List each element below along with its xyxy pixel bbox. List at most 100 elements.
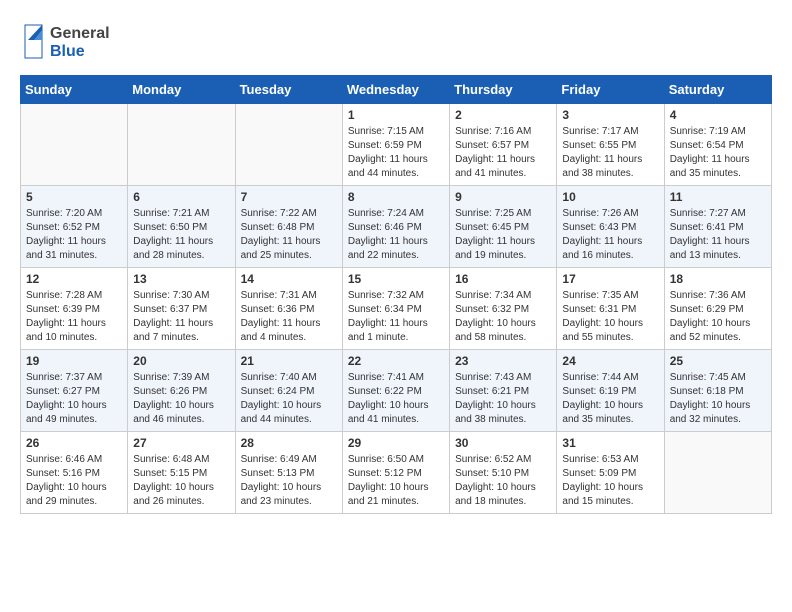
calendar-cell: 19 Sunrise: 7:37 AM Sunset: 6:27 PM Dayl… (21, 350, 128, 432)
calendar-cell (128, 104, 235, 186)
daylight-text: Daylight: 10 hours and 18 minutes. (455, 482, 536, 507)
sunset-text: Sunset: 6:43 PM (562, 222, 636, 233)
day-number: 3 (562, 108, 658, 122)
calendar-cell: 25 Sunrise: 7:45 AM Sunset: 6:18 PM Dayl… (664, 350, 771, 432)
sunrise-text: Sunrise: 6:52 AM (455, 454, 531, 465)
daylight-text: Daylight: 10 hours and 21 minutes. (348, 482, 429, 507)
day-number: 23 (455, 354, 551, 368)
calendar-cell: 6 Sunrise: 7:21 AM Sunset: 6:50 PM Dayli… (128, 186, 235, 268)
calendar-cell: 12 Sunrise: 7:28 AM Sunset: 6:39 PM Dayl… (21, 268, 128, 350)
generalblue-logo: General Blue (20, 20, 130, 65)
daylight-text: Daylight: 11 hours and 4 minutes. (241, 318, 321, 343)
calendar-cell (664, 432, 771, 514)
sunrise-text: Sunrise: 7:44 AM (562, 372, 638, 383)
day-number: 30 (455, 436, 551, 450)
weekday-header-row: SundayMondayTuesdayWednesdayThursdayFrid… (21, 76, 772, 104)
day-number: 24 (562, 354, 658, 368)
calendar-week-row: 12 Sunrise: 7:28 AM Sunset: 6:39 PM Dayl… (21, 268, 772, 350)
day-number: 26 (26, 436, 122, 450)
calendar-cell: 31 Sunrise: 6:53 AM Sunset: 5:09 PM Dayl… (557, 432, 664, 514)
day-number: 14 (241, 272, 337, 286)
day-number: 27 (133, 436, 229, 450)
calendar-cell: 29 Sunrise: 6:50 AM Sunset: 5:12 PM Dayl… (342, 432, 449, 514)
sunset-text: Sunset: 5:16 PM (26, 468, 100, 479)
sunrise-text: Sunrise: 7:17 AM (562, 126, 638, 137)
sunrise-text: Sunrise: 7:34 AM (455, 290, 531, 301)
day-number: 31 (562, 436, 658, 450)
day-number: 6 (133, 190, 229, 204)
weekday-header-tuesday: Tuesday (235, 76, 342, 104)
sunrise-text: Sunrise: 7:27 AM (670, 208, 746, 219)
sunset-text: Sunset: 6:27 PM (26, 386, 100, 397)
sunrise-text: Sunrise: 6:48 AM (133, 454, 209, 465)
daylight-text: Daylight: 10 hours and 38 minutes. (455, 400, 536, 425)
cell-content: Sunrise: 6:53 AM Sunset: 5:09 PM Dayligh… (562, 453, 658, 509)
day-number: 9 (455, 190, 551, 204)
sunset-text: Sunset: 6:32 PM (455, 304, 529, 315)
calendar-cell: 20 Sunrise: 7:39 AM Sunset: 6:26 PM Dayl… (128, 350, 235, 432)
calendar-table: SundayMondayTuesdayWednesdayThursdayFrid… (20, 75, 772, 514)
daylight-text: Daylight: 11 hours and 25 minutes. (241, 236, 321, 261)
daylight-text: Daylight: 11 hours and 16 minutes. (562, 236, 642, 261)
daylight-text: Daylight: 11 hours and 7 minutes. (133, 318, 213, 343)
weekday-header-sunday: Sunday (21, 76, 128, 104)
sunrise-text: Sunrise: 7:32 AM (348, 290, 424, 301)
cell-content: Sunrise: 7:35 AM Sunset: 6:31 PM Dayligh… (562, 289, 658, 345)
sunrise-text: Sunrise: 6:53 AM (562, 454, 638, 465)
sunset-text: Sunset: 6:45 PM (455, 222, 529, 233)
sunset-text: Sunset: 6:31 PM (562, 304, 636, 315)
sunrise-text: Sunrise: 7:41 AM (348, 372, 424, 383)
daylight-text: Daylight: 11 hours and 38 minutes. (562, 154, 642, 179)
calendar-cell: 16 Sunrise: 7:34 AM Sunset: 6:32 PM Dayl… (450, 268, 557, 350)
day-number: 13 (133, 272, 229, 286)
cell-content: Sunrise: 7:21 AM Sunset: 6:50 PM Dayligh… (133, 207, 229, 263)
day-number: 25 (670, 354, 766, 368)
daylight-text: Daylight: 11 hours and 41 minutes. (455, 154, 535, 179)
calendar-cell: 9 Sunrise: 7:25 AM Sunset: 6:45 PM Dayli… (450, 186, 557, 268)
sunset-text: Sunset: 6:26 PM (133, 386, 207, 397)
sunset-text: Sunset: 6:36 PM (241, 304, 315, 315)
daylight-text: Daylight: 10 hours and 49 minutes. (26, 400, 107, 425)
calendar-cell: 13 Sunrise: 7:30 AM Sunset: 6:37 PM Dayl… (128, 268, 235, 350)
daylight-text: Daylight: 10 hours and 23 minutes. (241, 482, 322, 507)
daylight-text: Daylight: 10 hours and 46 minutes. (133, 400, 214, 425)
cell-content: Sunrise: 7:36 AM Sunset: 6:29 PM Dayligh… (670, 289, 766, 345)
daylight-text: Daylight: 10 hours and 32 minutes. (670, 400, 751, 425)
day-number: 2 (455, 108, 551, 122)
day-number: 1 (348, 108, 444, 122)
cell-content: Sunrise: 7:37 AM Sunset: 6:27 PM Dayligh… (26, 371, 122, 427)
cell-content: Sunrise: 7:20 AM Sunset: 6:52 PM Dayligh… (26, 207, 122, 263)
calendar-cell: 24 Sunrise: 7:44 AM Sunset: 6:19 PM Dayl… (557, 350, 664, 432)
sunrise-text: Sunrise: 7:21 AM (133, 208, 209, 219)
sunrise-text: Sunrise: 7:19 AM (670, 126, 746, 137)
sunset-text: Sunset: 5:10 PM (455, 468, 529, 479)
weekday-header-wednesday: Wednesday (342, 76, 449, 104)
day-number: 5 (26, 190, 122, 204)
calendar-cell: 15 Sunrise: 7:32 AM Sunset: 6:34 PM Dayl… (342, 268, 449, 350)
cell-content: Sunrise: 7:17 AM Sunset: 6:55 PM Dayligh… (562, 125, 658, 181)
calendar-week-row: 26 Sunrise: 6:46 AM Sunset: 5:16 PM Dayl… (21, 432, 772, 514)
sunrise-text: Sunrise: 7:40 AM (241, 372, 317, 383)
cell-content: Sunrise: 7:39 AM Sunset: 6:26 PM Dayligh… (133, 371, 229, 427)
sunrise-text: Sunrise: 7:30 AM (133, 290, 209, 301)
sunrise-text: Sunrise: 7:43 AM (455, 372, 531, 383)
calendar-cell: 2 Sunrise: 7:16 AM Sunset: 6:57 PM Dayli… (450, 104, 557, 186)
cell-content: Sunrise: 7:24 AM Sunset: 6:46 PM Dayligh… (348, 207, 444, 263)
calendar-cell: 10 Sunrise: 7:26 AM Sunset: 6:43 PM Dayl… (557, 186, 664, 268)
day-number: 11 (670, 190, 766, 204)
sunrise-text: Sunrise: 7:45 AM (670, 372, 746, 383)
calendar-cell: 1 Sunrise: 7:15 AM Sunset: 6:59 PM Dayli… (342, 104, 449, 186)
cell-content: Sunrise: 7:15 AM Sunset: 6:59 PM Dayligh… (348, 125, 444, 181)
cell-content: Sunrise: 7:30 AM Sunset: 6:37 PM Dayligh… (133, 289, 229, 345)
sunset-text: Sunset: 6:48 PM (241, 222, 315, 233)
daylight-text: Daylight: 10 hours and 52 minutes. (670, 318, 751, 343)
cell-content: Sunrise: 6:46 AM Sunset: 5:16 PM Dayligh… (26, 453, 122, 509)
daylight-text: Daylight: 10 hours and 35 minutes. (562, 400, 643, 425)
calendar-cell: 14 Sunrise: 7:31 AM Sunset: 6:36 PM Dayl… (235, 268, 342, 350)
sunset-text: Sunset: 5:12 PM (348, 468, 422, 479)
calendar-cell (235, 104, 342, 186)
cell-content: Sunrise: 6:52 AM Sunset: 5:10 PM Dayligh… (455, 453, 551, 509)
sunrise-text: Sunrise: 6:49 AM (241, 454, 317, 465)
sunset-text: Sunset: 6:57 PM (455, 140, 529, 151)
day-number: 17 (562, 272, 658, 286)
